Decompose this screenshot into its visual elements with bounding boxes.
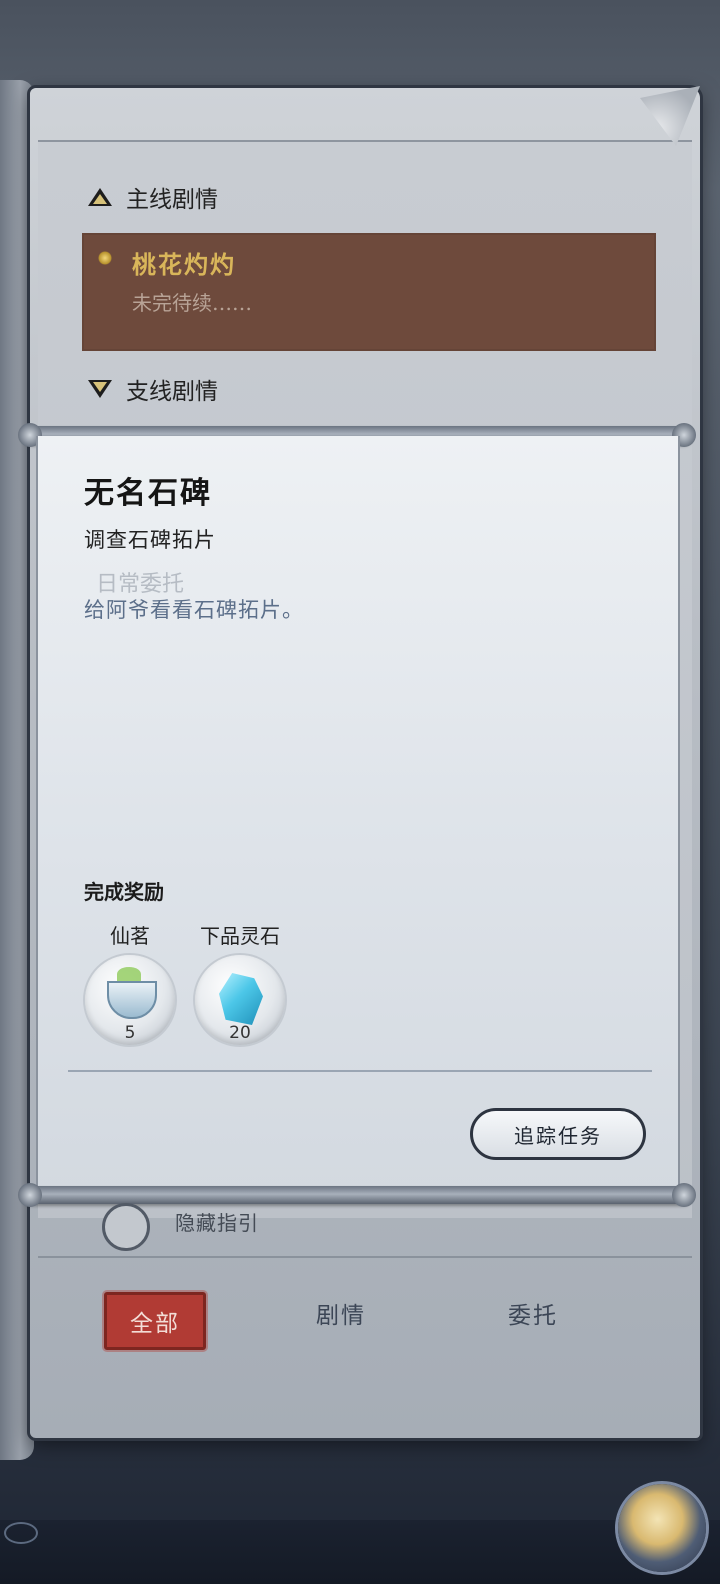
cloud-swirl-icon [4,1522,38,1544]
spirit-stone-icon [219,973,263,1025]
tabs-divider [38,1256,692,1258]
scroll-rod-bottom [18,1183,696,1207]
reward-item[interactable]: 仙茗 5 [80,920,180,1045]
quest-item-selected[interactable]: 桃花灼灼 未完待续…… [82,233,656,351]
tab-commission[interactable]: 委托 [508,1296,558,1330]
reward-name: 仙茗 [110,924,150,948]
reward-item[interactable]: 下品灵石 20 [190,920,290,1045]
detail-title: 无名石碑 [84,476,212,511]
hide-guide-label: 隐藏指引 [175,1211,259,1235]
collapse-triangle-icon [88,188,112,206]
book-spine [0,80,34,1460]
quest-subtitle: 未完待续…… [132,291,252,315]
reward-count: 20 [229,1023,251,1043]
active-quest-icon [98,251,112,265]
detail-description: 给阿爷看看石碑拓片。 [84,598,304,622]
reward-icon-frame: 20 [195,955,285,1045]
side-story-header[interactable]: 支线剧情 [88,372,218,406]
main-story-header[interactable]: 主线剧情 [88,180,218,214]
tea-cup-icon [107,967,157,1019]
detail-divider [68,1070,652,1072]
quest-title: 桃花灼灼 [132,250,236,279]
expand-triangle-icon [88,380,112,398]
main-story-label: 主线剧情 [126,187,218,213]
track-quest-button[interactable]: 追踪任务 [470,1108,646,1160]
reward-icon-frame: 5 [85,955,175,1045]
detail-subtitle: 调查石碑拓片 [84,528,216,552]
reward-count: 5 [124,1023,136,1043]
tab-all[interactable]: 全部 [104,1292,206,1350]
tab-story[interactable]: 剧情 [316,1296,366,1330]
reward-name: 下品灵石 [200,924,280,948]
reward-heading: 完成奖励 [84,880,164,904]
menu-orb-button[interactable] [618,1484,706,1572]
quest-detail-panel: 日常委托 无名石碑 调查石碑拓片 给阿爷看看石碑拓片。 完成奖励 仙茗 5 下品… [36,436,680,1192]
hide-guide-toggle[interactable] [102,1203,150,1251]
bottom-bar [0,1520,720,1584]
side-story-label: 支线剧情 [126,379,218,405]
